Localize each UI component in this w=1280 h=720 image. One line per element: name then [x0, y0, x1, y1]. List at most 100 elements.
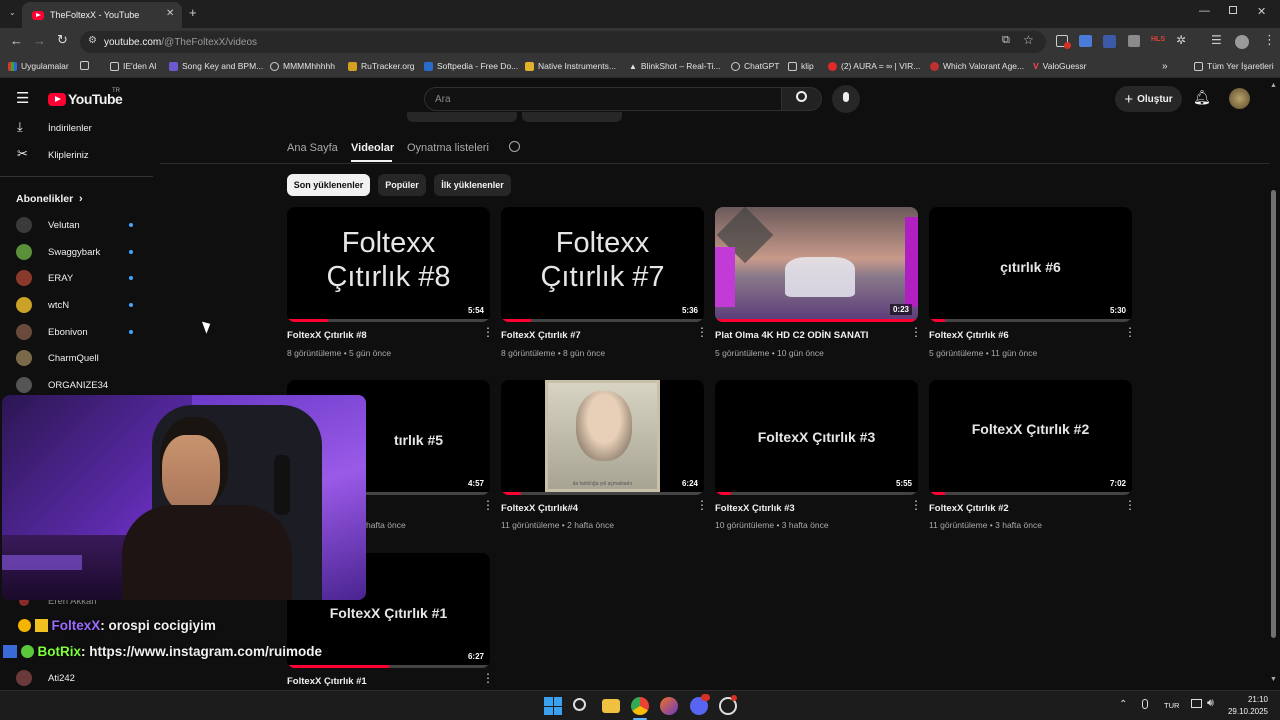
windows-start-icon[interactable] — [544, 697, 562, 715]
search-icon[interactable] — [573, 698, 586, 711]
tab-videos[interactable]: Videolar — [351, 142, 394, 154]
notifications-bell-icon[interactable]: 🔔︎ — [1193, 89, 1211, 106]
video-menu-icon[interactable]: ⋮ — [910, 499, 922, 511]
input-language[interactable]: TUR — [1164, 701, 1179, 710]
shield-extension-icon[interactable] — [1128, 35, 1140, 47]
create-button[interactable]: + Oluştur — [1115, 86, 1182, 112]
network-icon[interactable] — [1191, 699, 1202, 708]
video-menu-icon[interactable]: ⋮ — [482, 672, 494, 684]
scroll-up-icon[interactable]: ▲ — [1270, 82, 1277, 89]
more-bookmarks-icon[interactable]: » — [1162, 61, 1168, 72]
account-avatar[interactable] — [1229, 88, 1250, 109]
tab-search-chevron-icon[interactable]: ⌄ — [9, 8, 16, 17]
close-window-icon[interactable]: ✕ — [1257, 5, 1266, 18]
video-thumbnail[interactable]: Foltexx Çıtırlık #8 5:54 — [287, 207, 490, 322]
file-explorer-icon[interactable] — [602, 699, 620, 713]
sidebar-subscription[interactable]: Velutan — [0, 213, 155, 237]
sidebar-subscription[interactable]: Swaggybark — [0, 240, 155, 264]
video-menu-icon[interactable]: ⋮ — [1124, 326, 1136, 338]
install-app-icon[interactable]: ⧉ — [1002, 34, 1010, 47]
video-thumbnail[interactable]: 0:23 — [715, 207, 918, 322]
video-menu-icon[interactable]: ⋮ — [1124, 499, 1136, 511]
address-bar[interactable]: ⚙ youtube.com/@TheFoltexX/videos ⧉ ☆ — [80, 31, 1046, 53]
video-title[interactable]: FoltexX Çıtırlık #8 — [287, 330, 367, 341]
bookmark-valorant-agent[interactable]: Which Valorant Age... — [930, 61, 1024, 71]
chrome-icon[interactable] — [631, 697, 649, 715]
subscribe-button-partial[interactable] — [407, 112, 517, 122]
profile-avatar[interactable] — [1235, 35, 1249, 49]
video-title[interactable]: FoltexX Çıtırlık#4 — [501, 503, 578, 514]
video-thumbnail[interactable]: FoltexX Çıtırlık #3 5:55 — [715, 380, 918, 495]
close-tab-icon[interactable]: ✕ — [166, 8, 174, 19]
bookmark-rutracker[interactable]: RuTracker.org — [348, 61, 415, 71]
translate-extension-icon[interactable] — [1079, 35, 1092, 47]
bookmark-valoguessr[interactable]: V ValoGuessr — [1033, 61, 1086, 71]
video-menu-icon[interactable]: ⋮ — [482, 499, 494, 511]
video-menu-icon[interactable]: ⋮ — [696, 499, 708, 511]
video-menu-icon[interactable]: ⋮ — [482, 326, 494, 338]
bookmark-native-instruments[interactable]: Native Instruments... — [525, 61, 616, 71]
chip-popular[interactable]: Popüler — [378, 174, 426, 196]
video-thumbnail[interactable]: Foltexx Çıtırlık #7 5:36 — [501, 207, 704, 322]
sidebar-subscription[interactable]: Ebonivon — [0, 320, 155, 344]
volume-icon[interactable]: 🔊︎ — [1207, 697, 1214, 710]
tab-home[interactable]: Ana Sayfa — [287, 142, 338, 154]
bookmark-mmmm[interactable]: MMMMhhhhh — [270, 61, 335, 71]
forward-icon[interactable]: → — [33, 33, 46, 48]
bookmark-star-icon[interactable]: ☆ — [1023, 33, 1034, 47]
all-bookmarks[interactable]: Tüm Yer İşaretleri — [1194, 61, 1274, 71]
search-input[interactable]: Ara — [424, 87, 782, 111]
hamburger-menu-icon[interactable]: ☰ — [16, 89, 29, 107]
join-button-partial[interactable] — [522, 112, 622, 122]
bookmark-softpedia[interactable]: Softpedia - Free Do... — [424, 61, 518, 71]
sidebar-subscription[interactable]: ERAY — [0, 266, 155, 290]
chip-latest[interactable]: Son yüklenenler — [287, 174, 370, 196]
bookmark-folder-ie[interactable]: IE'den Al — [110, 61, 156, 71]
video-menu-icon[interactable]: ⋮ — [910, 326, 922, 338]
video-title[interactable]: Plat Olma 4K HD C2 ODİN SANATI — [715, 330, 868, 341]
chip-oldest[interactable]: İlk yüklenenler — [434, 174, 511, 196]
channel-search-icon[interactable] — [509, 141, 520, 152]
video-title[interactable]: FoltexX Çıtırlık #2 — [929, 503, 1009, 514]
video-thumbnail[interactable]: da farklılığa yol açmaktadır 6:24 — [501, 380, 704, 495]
bookmark-aura[interactable]: (2) AURA = ∞ | VIR... — [828, 61, 920, 71]
new-tab-icon[interactable]: + — [189, 5, 197, 20]
page-scrollbar[interactable] — [1271, 190, 1276, 638]
sidebar-subscription[interactable]: ORGANIZE34 — [0, 373, 155, 397]
browser-menu-icon[interactable]: ⋮ — [1263, 32, 1276, 48]
subscriptions-header[interactable]: Abonelikler › — [0, 187, 155, 211]
sidebar-subscription[interactable]: wtcN — [0, 293, 155, 317]
sidebar-item-clips[interactable]: ✂︎ Klipleriniz — [0, 143, 155, 167]
tab-grid-icon[interactable] — [80, 61, 89, 70]
hls-extension-icon[interactable]: HLS — [1151, 36, 1165, 43]
video-thumbnail[interactable]: FoltexX Çıtırlık #2 7:02 — [929, 380, 1132, 495]
browser-tab[interactable]: TheFoltexX - YouTube ✕ — [22, 2, 182, 28]
reload-icon[interactable]: ↻ — [57, 32, 68, 48]
video-title[interactable]: FoltexX Çıtırlık #3 — [715, 503, 795, 514]
sidebar-item-downloads[interactable]: ⤓ İndirilenler — [0, 116, 155, 140]
back-icon[interactable]: ← — [10, 33, 23, 48]
video-menu-icon[interactable]: ⋮ — [696, 326, 708, 338]
tab-playlists[interactable]: Oynatma listeleri — [407, 142, 489, 154]
puzzle-extensions-icon[interactable]: ✲ — [1176, 33, 1186, 47]
search-button[interactable] — [782, 87, 822, 111]
sidebar-subscription[interactable]: CharmQuell — [0, 346, 155, 370]
maximize-icon[interactable] — [1229, 6, 1237, 14]
bookmark-songkey[interactable]: Song Key and BPM... — [169, 61, 263, 71]
bookmark-klip[interactable]: klip — [788, 61, 814, 71]
microphone-tray-icon[interactable] — [1142, 699, 1148, 709]
video-title[interactable]: FoltexX Çıtırlık #7 — [501, 330, 581, 341]
counter-extension-icon[interactable] — [1103, 35, 1116, 48]
fl-studio-icon[interactable] — [660, 697, 678, 715]
sidebar-subscription[interactable]: Ati242 — [0, 666, 155, 690]
video-thumbnail[interactable]: çıtırlık #6 5:30 — [929, 207, 1132, 322]
bookmark-blinkshot[interactable]: ▲ BlinkShot – Real-Ti... — [629, 61, 720, 71]
video-title[interactable]: FoltexX Çıtırlık #1 — [287, 676, 367, 687]
scroll-down-icon[interactable]: ▼ — [1270, 676, 1277, 683]
show-hidden-icons-chevron-icon[interactable]: ⌃ — [1119, 699, 1127, 710]
minimize-icon[interactable]: — — [1199, 5, 1210, 17]
video-title[interactable]: FoltexX Çıtırlık #6 — [929, 330, 1009, 341]
system-clock[interactable]: 21:10 29.10.2025 — [1228, 694, 1268, 718]
reading-list-icon[interactable]: ☰ — [1211, 33, 1222, 47]
site-info-icon[interactable]: ⚙ — [88, 35, 97, 46]
